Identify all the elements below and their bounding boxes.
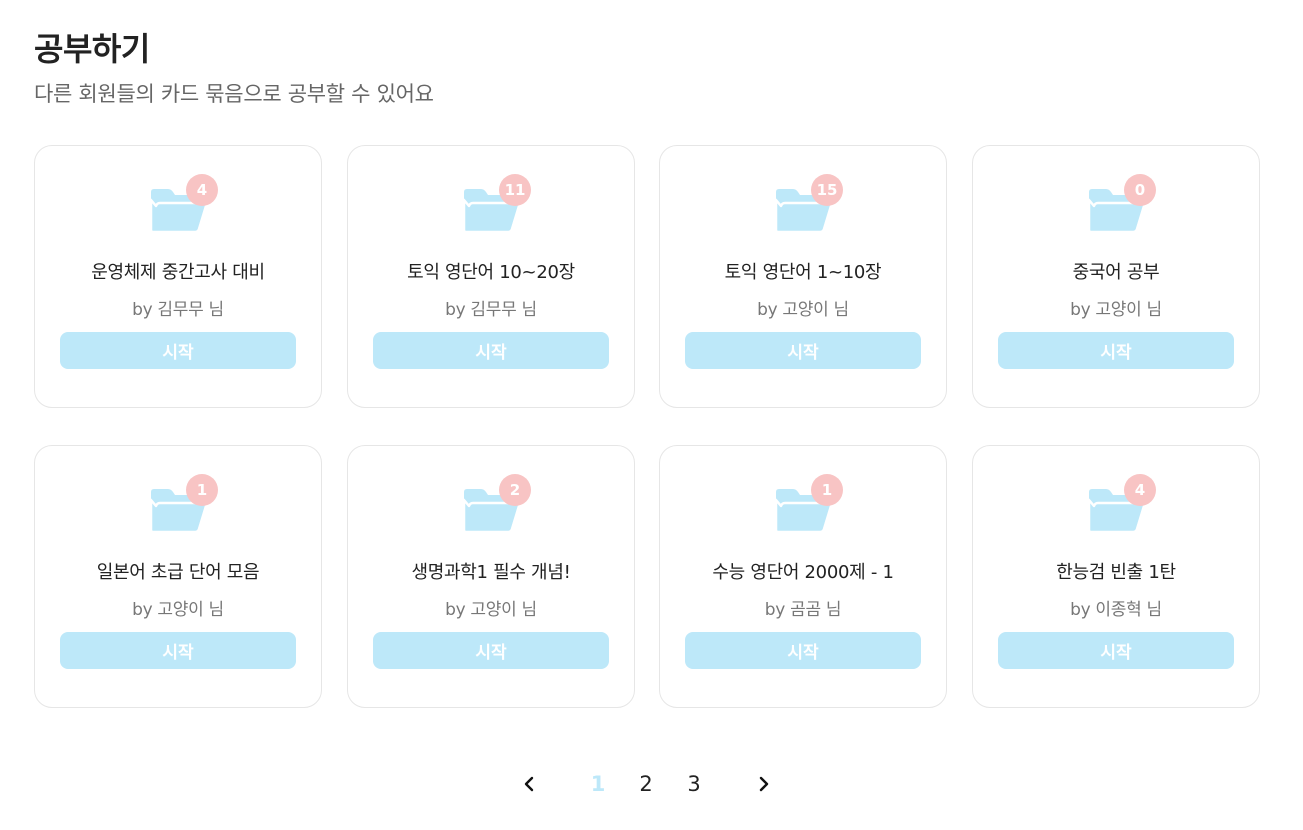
deck-author: by 김무무 님 <box>132 300 224 320</box>
deck-card: 15 토익 영단어 1~10장 by 고양이 님시작 <box>659 145 947 408</box>
start-button[interactable]: 시작 <box>685 332 921 369</box>
deck-card: 2 생명과학1 필수 개념! by 고양이 님시작 <box>347 445 635 708</box>
prev-page-button[interactable] <box>514 766 544 802</box>
deck-author: by 곰곰 님 <box>764 600 842 620</box>
page-button-2[interactable]: 2 <box>631 766 661 802</box>
deck-card: 4 운영체제 중간고사 대비 by 김무무 님시작 <box>34 145 322 408</box>
deck-card: 4 한능검 빈출 1탄 by 이종혁 님시작 <box>972 445 1260 708</box>
deck-title: 토익 영단어 1~10장 <box>724 262 882 283</box>
card-count-badge: 4 <box>1124 474 1156 506</box>
deck-folder: 4 <box>148 174 218 234</box>
card-count-badge: 15 <box>811 174 843 206</box>
deck-title: 일본어 초급 단어 모음 <box>96 562 260 583</box>
page-button-3[interactable]: 3 <box>679 766 709 802</box>
pagination: 1 2 3 <box>0 766 1303 802</box>
start-button[interactable]: 시작 <box>60 332 296 369</box>
card-count-badge: 2 <box>499 474 531 506</box>
page-subtitle: 다른 회원들의 카드 묶음으로 공부할 수 있어요 <box>34 82 434 106</box>
deck-title: 수능 영단어 2000제 - 1 <box>712 562 894 583</box>
deck-title: 토익 영단어 10~20장 <box>407 262 575 283</box>
deck-folder: 2 <box>461 474 531 534</box>
page-title: 공부하기 <box>34 30 150 68</box>
deck-title: 중국어 공부 <box>1072 262 1160 283</box>
deck-title: 한능검 빈출 1탄 <box>1056 562 1176 583</box>
card-count-badge: 1 <box>186 474 218 506</box>
card-count-badge: 11 <box>499 174 531 206</box>
start-button[interactable]: 시작 <box>685 632 921 669</box>
chevron-right-icon <box>759 776 769 792</box>
start-button[interactable]: 시작 <box>998 632 1234 669</box>
card-count-badge: 4 <box>186 174 218 206</box>
deck-folder: 11 <box>461 174 531 234</box>
next-page-button[interactable] <box>749 766 779 802</box>
deck-title: 운영체제 중간고사 대비 <box>91 262 265 283</box>
chevron-left-icon <box>524 776 534 792</box>
start-button[interactable]: 시작 <box>60 632 296 669</box>
deck-author: by 고양이 님 <box>1070 300 1162 320</box>
deck-card: 11 토익 영단어 10~20장 by 김무무 님시작 <box>347 145 635 408</box>
deck-folder: 1 <box>148 474 218 534</box>
deck-author: by 고양이 님 <box>132 600 224 620</box>
card-count-badge: 0 <box>1124 174 1156 206</box>
deck-author: by 김무무 님 <box>445 300 537 320</box>
start-button[interactable]: 시작 <box>998 332 1234 369</box>
deck-card: 1 일본어 초급 단어 모음 by 고양이 님시작 <box>34 445 322 708</box>
card-count-badge: 1 <box>811 474 843 506</box>
deck-author: by 고양이 님 <box>757 300 849 320</box>
start-button[interactable]: 시작 <box>373 332 609 369</box>
deck-folder: 4 <box>1086 474 1156 534</box>
deck-folder: 1 <box>773 474 843 534</box>
page-button-1[interactable]: 1 <box>583 766 613 802</box>
deck-card: 0 중국어 공부 by 고양이 님시작 <box>972 145 1260 408</box>
deck-card: 1 수능 영단어 2000제 - 1 by 곰곰 님시작 <box>659 445 947 708</box>
start-button[interactable]: 시작 <box>373 632 609 669</box>
deck-folder: 15 <box>773 174 843 234</box>
deck-author: by 고양이 님 <box>445 600 537 620</box>
deck-title: 생명과학1 필수 개념! <box>411 562 571 583</box>
deck-author: by 이종혁 님 <box>1070 600 1162 620</box>
deck-folder: 0 <box>1086 174 1156 234</box>
